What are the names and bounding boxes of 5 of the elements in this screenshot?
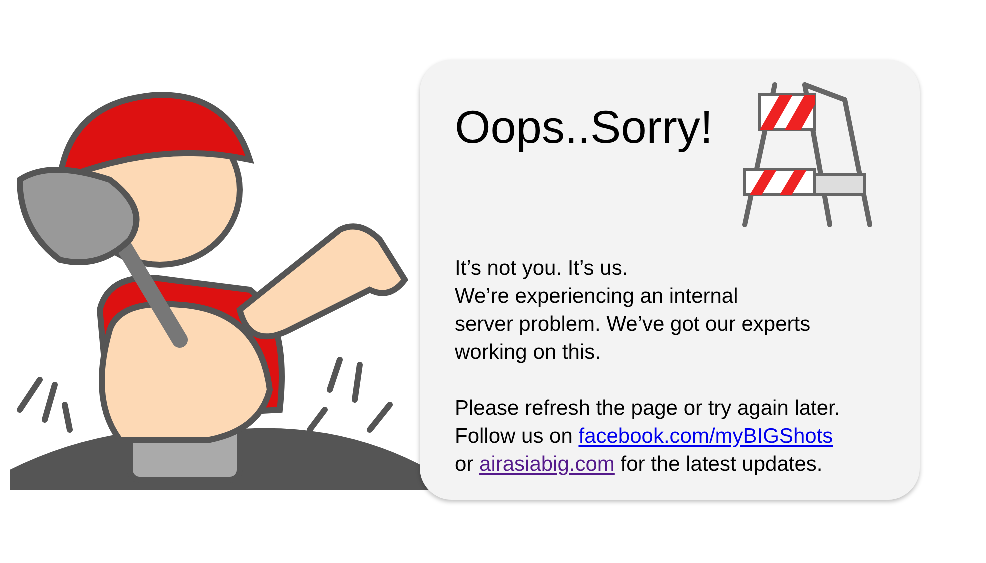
link[interactable]: airasiabig.com — [480, 453, 615, 476]
message-paragraph: It’s not you. It’s us. We’re experiencing an internal server problem. We’ve got our experts working on this. — [455, 256, 812, 366]
error-title: Oops..Sorry! — [455, 100, 714, 154]
link[interactable]: facebook.com/myBIGShots — [578, 425, 834, 448]
message-paragraph: Please refresh the page or try again later. Follow us on facebook.com/myBIGShots or airasiabig.com for the latest updates. — [455, 396, 842, 478]
